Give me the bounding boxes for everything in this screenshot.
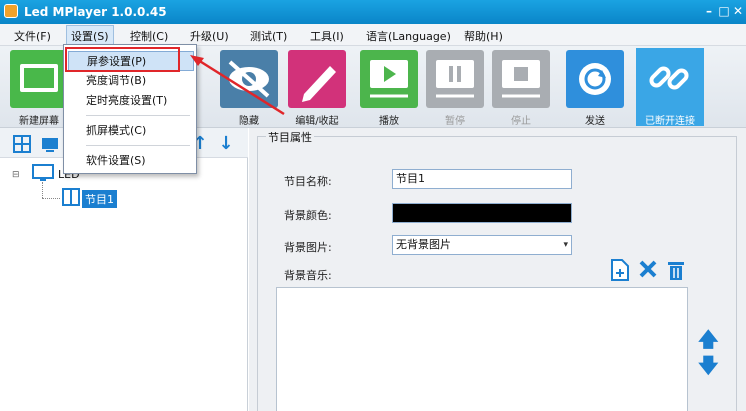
edit-collapse-button[interactable]: 编辑/收起 (286, 48, 350, 127)
group-title: 节目属性 (266, 129, 314, 145)
delete-x-icon[interactable] (638, 259, 658, 282)
menu-tools[interactable]: 工具(I) (310, 28, 344, 44)
menu-timed-brightness[interactable]: 定时亮度设置(T) (68, 91, 194, 111)
minimize-button[interactable]: – (702, 4, 716, 18)
bg-image-label: 背景图片: (284, 241, 332, 254)
menu-test[interactable]: 测试(T) (250, 28, 287, 44)
play-button[interactable]: 播放 (358, 48, 422, 127)
send-button[interactable]: 发送 (564, 48, 628, 127)
properties-pane: 节目属性 节目名称: 节目1 背景颜色: 背景图片: 无背景图片 ▾ 背景音乐:… (249, 128, 746, 411)
pause-button[interactable]: 暂停 (424, 48, 488, 127)
stop-icon (492, 50, 550, 108)
program-name-input[interactable]: 节目1 (392, 169, 572, 189)
app-icon (4, 4, 18, 18)
bg-color-label: 背景颜色: (284, 209, 332, 222)
pause-icon (426, 50, 484, 108)
menu-bar: 文件(F) 设置(S) 控制(C) 升级(U) 测试(T) 工具(I) 语言(L… (0, 24, 746, 47)
refresh-icon (566, 50, 624, 108)
disconnected-button[interactable]: 已断开连接 (636, 48, 704, 127)
music-down-icon[interactable]: 🡇 (698, 351, 719, 385)
menu-file[interactable]: 文件(F) (14, 28, 51, 44)
menu-software-settings[interactable]: 软件设置(S) (68, 151, 194, 171)
play-icon (360, 50, 418, 108)
name-label: 节目名称: (284, 175, 332, 188)
menu-control[interactable]: 控制(C) (130, 28, 168, 44)
trash-icon[interactable] (666, 259, 686, 284)
menu-upgrade[interactable]: 升级(U) (190, 28, 229, 44)
screen-icon[interactable] (40, 134, 60, 154)
bg-color-picker[interactable] (392, 203, 572, 223)
add-file-icon[interactable] (610, 259, 630, 284)
tree-program-item[interactable]: 节目1 (82, 190, 117, 208)
move-down-icon[interactable]: ↓ (216, 134, 236, 154)
menu-brightness[interactable]: 亮度调节(B) (68, 71, 194, 91)
highlight-box (65, 47, 180, 72)
program-properties-group: 节目属性 节目名称: 节目1 背景颜色: 背景图片: 无背景图片 ▾ 背景音乐:… (257, 129, 737, 411)
title-bar: Led MPlayer 1.0.0.45 – □ ✕ (0, 0, 746, 24)
stop-button[interactable]: 停止 (490, 48, 554, 127)
music-list[interactable] (276, 287, 688, 411)
tree-collapse-icon[interactable]: ⊟ (12, 170, 20, 180)
annotation-arrow (190, 55, 285, 116)
maximize-button[interactable]: □ (717, 4, 731, 18)
monitor-icon (32, 164, 54, 185)
close-button[interactable]: ✕ (731, 4, 745, 18)
menu-help[interactable]: 帮助(H) (464, 28, 503, 44)
bg-music-label: 背景音乐: (284, 269, 332, 282)
grid-icon[interactable] (12, 134, 32, 154)
menu-capture-mode[interactable]: 抓屏模式(C) (68, 121, 194, 141)
program-icon (62, 188, 80, 209)
window-title: Led MPlayer 1.0.0.45 (24, 5, 167, 19)
new-screen-icon (10, 50, 68, 108)
pencil-icon (288, 50, 346, 108)
chevron-down-icon: ▾ (563, 240, 568, 250)
menu-language[interactable]: 语言(Language) (366, 28, 451, 44)
bg-image-select[interactable]: 无背景图片 ▾ (392, 235, 572, 255)
chain-link-icon (640, 50, 698, 108)
